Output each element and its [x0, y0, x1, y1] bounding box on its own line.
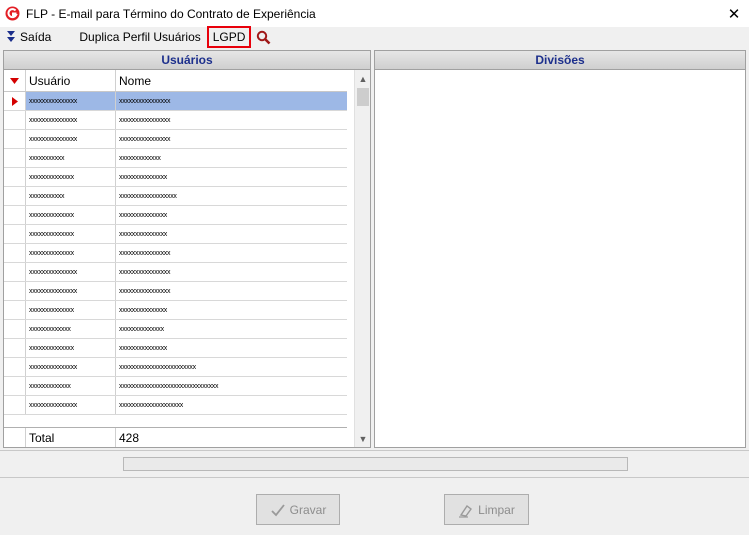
arrow-down-icon	[7, 31, 15, 42]
cell-user[interactable]: xxxxxxxxxxxxx	[26, 377, 116, 395]
cell-user[interactable]: xxxxxxxxxxxxxxx	[26, 358, 116, 376]
cell-name[interactable]: xxxxxxxxxxxxxx	[116, 320, 347, 338]
total-value: 428	[119, 430, 140, 445]
cell-name[interactable]: xxxxxxxxxxxxxxx	[116, 339, 347, 357]
cell-name[interactable]: xxxxxxxxxxxxxxxx	[116, 111, 347, 129]
cell-name[interactable]: xxxxxxxxxxxxxxxx	[116, 130, 347, 148]
title-bar: FLP - E-mail para Término do Contrato de…	[0, 0, 749, 27]
vertical-scrollbar[interactable]: ▲ ▼	[354, 70, 370, 447]
scroll-thumb[interactable]	[357, 88, 369, 106]
cell-name[interactable]: xxxxxxxxxxxxxxxx	[116, 92, 347, 110]
cell-name[interactable]: xxxxxxxxxxxxxxxx	[116, 244, 347, 262]
table-row[interactable]: xxxxxxxxxxxxxxx xxxxxxxxxxxxxxxx	[4, 282, 347, 301]
clear-button-label: Limpar	[478, 502, 515, 517]
current-row-pointer-icon	[4, 92, 26, 110]
divisions-panel-title: Divisões	[375, 51, 745, 70]
cell-user[interactable]: xxxxxxxxxxxxx	[26, 320, 116, 338]
table-row[interactable]: xxxxxxxxxxxxxxx xxxxxxxxxxxxxxxxxxxx	[4, 396, 347, 415]
magnifier-icon[interactable]	[254, 28, 272, 46]
table-row[interactable]: xxxxxxxxxxxxxxxxxxxxxxxxxxxxx	[4, 225, 347, 244]
checkmark-icon	[271, 503, 285, 516]
grid-total-row: Total 428	[4, 427, 347, 447]
cell-user[interactable]: xxxxxxxxxxxxxx	[26, 168, 116, 186]
table-row[interactable]: xxxxxxxxxxxxxxx xxxxxxxxxxxxxxxxxxxxxxxx	[4, 358, 347, 377]
table-row[interactable]: xxxxxxxxxxxxxxxxxxxxxxxxxxxxx	[4, 301, 347, 320]
cell-user[interactable]: xxxxxxxxxxxxxxx	[26, 282, 116, 300]
menu-duplicate-profile[interactable]: Duplica Perfil Usuários	[75, 28, 204, 46]
cell-name[interactable]: xxxxxxxxxxxxxxx	[116, 225, 347, 243]
eraser-icon	[459, 504, 473, 518]
table-row[interactable]: xxxxxxxxxxxxxxxxxxxxxxxxxxxxx	[4, 168, 347, 187]
grid-body: xxxxxxxxxxxxxxx xxxxxxxxxxxxxxxx xxxxxxxxx…	[4, 92, 347, 415]
table-row[interactable]: xxxxxxxxxxx xxxxxxxxxxxxx	[4, 149, 347, 168]
column-header-name[interactable]: Nome	[116, 70, 347, 91]
cell-user[interactable]: xxxxxxxxxxxxxxx	[26, 396, 116, 414]
cell-user[interactable]: xxxxxxxxxxxxxx	[26, 301, 116, 319]
table-row[interactable]: xxxxxxxxxxxxxx xxxxxxxxxxxxxxxx	[4, 244, 347, 263]
cell-user[interactable]: xxxxxxxxxxx	[26, 187, 116, 205]
table-row[interactable]: xxxxxxxxxxxxxxxxxxxxxxxxxxxxx	[4, 187, 347, 206]
cell-user[interactable]: xxxxxxxxxxxxxx	[26, 206, 116, 224]
menu-exit[interactable]: Saída	[2, 28, 55, 46]
cell-name[interactable]: xxxxxxxxxxxxxxx	[116, 301, 347, 319]
menu-exit-label: Saída	[20, 30, 52, 44]
window-title: FLP - E-mail para Término do Contrato de…	[26, 6, 316, 21]
table-row[interactable]: xxxxxxxxxxxxx xxxxxxxxxxxxxxxxxxxxxxxxxxx…	[4, 377, 347, 396]
cell-name[interactable]: xxxxxxxxxxxxxxx	[116, 206, 347, 224]
divisions-panel: Divisões	[374, 50, 746, 448]
users-panel-title: Usuários	[4, 51, 370, 70]
cell-name[interactable]: xxxxxxxxxxxxxxxxxx	[116, 187, 347, 205]
table-row[interactable]: xxxxxxxxxxxxxxx xxxxxxxxxxxxxxxx	[4, 111, 347, 130]
cell-user[interactable]: xxxxxxxxxxx	[26, 149, 116, 167]
progress-bar	[123, 457, 628, 471]
grid-header: Usuário Nome	[4, 70, 347, 92]
cell-user[interactable]: xxxxxxxxxxxxxx	[26, 339, 116, 357]
users-grid: Usuário Nome xxxxxxxxxxxxxxx xxxxxxxxxxxx…	[4, 70, 347, 447]
table-row[interactable]: xxxxxxxxxxxxxxxxxxxxxxxxxxxxx	[4, 339, 347, 358]
save-button-label: Gravar	[289, 502, 327, 517]
clear-button[interactable]: Limpar	[444, 494, 529, 525]
cell-name[interactable]: xxxxxxxxxxxxxxx	[116, 168, 347, 186]
menu-bar: Saída Duplica Perfil Usuários LGPD	[0, 26, 749, 48]
cell-user[interactable]: xxxxxxxxxxxxxx	[26, 225, 116, 243]
app-logo-icon	[5, 6, 20, 21]
table-row[interactable]: xxxxxxxxxxxxx xxxxxxxxxxxxxx	[4, 320, 347, 339]
cell-name[interactable]: xxxxxxxxxxxxxxxxxxxxxxxxxxxxxxx	[116, 377, 347, 395]
table-row[interactable]: xxxxxxxxxxxxxxx xxxxxxxxxxxxxxxx	[4, 92, 347, 111]
scroll-down-icon[interactable]: ▼	[355, 430, 371, 447]
cell-user[interactable]: xxxxxxxxxxxxxx	[26, 244, 116, 262]
scroll-up-icon[interactable]: ▲	[355, 70, 371, 87]
total-label: Total	[26, 428, 116, 447]
table-row[interactable]: xxxxxxxxxxxxxxxxxxxxxxxxxxxxx	[4, 206, 347, 225]
column-header-user[interactable]: Usuário	[26, 70, 116, 91]
cell-name[interactable]: xxxxxxxxxxxxxxxxxxxxxxxx	[116, 358, 347, 376]
sort-indicator-icon[interactable]	[4, 70, 26, 91]
status-bar	[0, 450, 749, 478]
cell-name[interactable]: xxxxxxxxxxxxxxxx	[116, 282, 347, 300]
cell-name[interactable]: xxxxxxxxxxxxx	[116, 149, 347, 167]
close-icon[interactable]: ✕	[719, 0, 749, 27]
save-button[interactable]: Gravar	[256, 494, 340, 525]
cell-name[interactable]: xxxxxxxxxxxxxxxx	[116, 263, 347, 281]
cell-user[interactable]: xxxxxxxxxxxxxxx	[26, 111, 116, 129]
cell-name[interactable]: xxxxxxxxxxxxxxxxxxxx	[116, 396, 347, 414]
users-panel: Usuários Usuário Nome xxxxxxxxxxxxxxx xxx…	[3, 50, 371, 448]
table-row[interactable]: xxxxxxxxxxxxxxx xxxxxxxxxxxxxxxx	[4, 263, 347, 282]
cell-user[interactable]: xxxxxxxxxxxxxxx	[26, 130, 116, 148]
cell-user[interactable]: xxxxxxxxxxxxxxx	[26, 263, 116, 281]
table-row[interactable]: xxxxxxxxxxxxxxx xxxxxxxxxxxxxxxx	[4, 130, 347, 149]
menu-lgpd[interactable]: LGPD	[206, 26, 252, 48]
cell-user[interactable]: xxxxxxxxxxxxxxx	[26, 92, 116, 110]
